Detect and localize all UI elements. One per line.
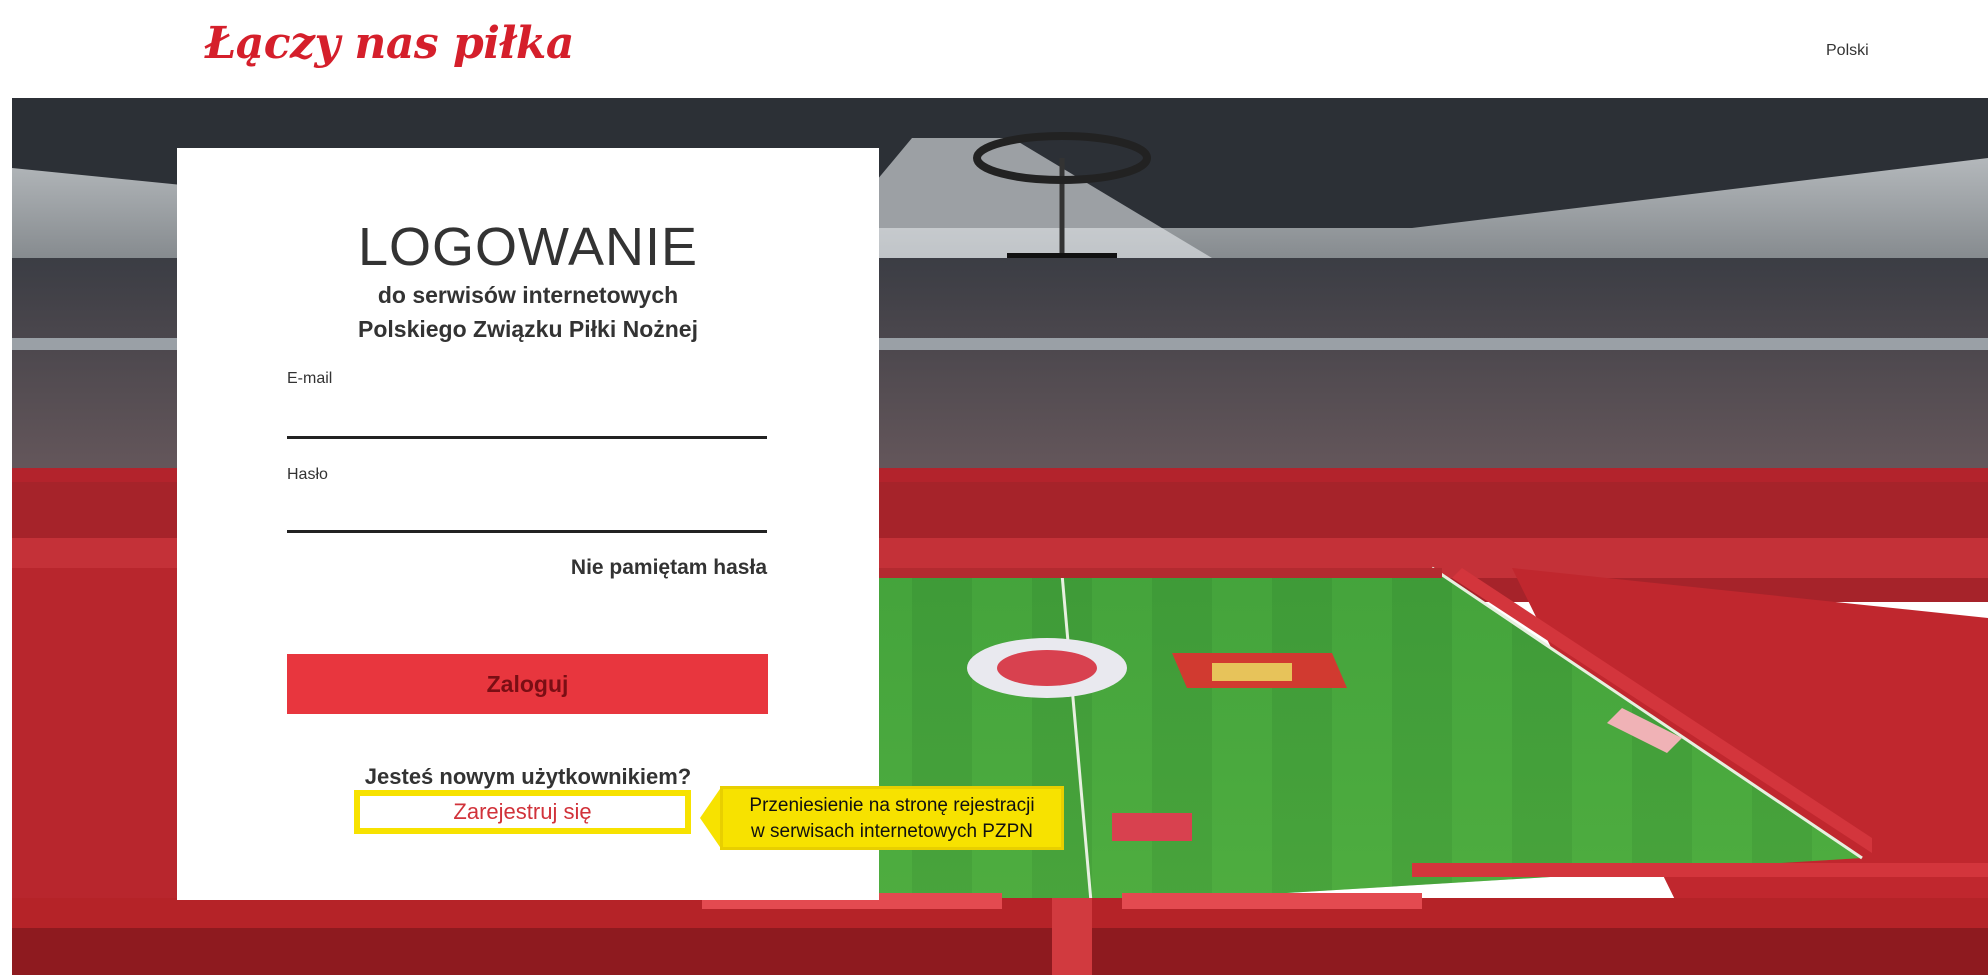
register-link[interactable]: Zarejestruj się <box>354 790 691 834</box>
site-logo[interactable]: Łączy nas piłka <box>205 18 574 69</box>
login-subtitle-line2: Polskiego Związku Piłki Nożnej <box>358 316 698 342</box>
login-page: Łączy nas piłka Polski LOGOWANIE do serw… <box>0 0 1988 975</box>
forgot-password-link[interactable]: Nie pamiętam hasła <box>287 556 767 580</box>
annotation-callout: Przeniesienie na stronę rejestracji w se… <box>720 786 1064 850</box>
login-subtitle-line1: do serwisów internetowych <box>377 282 679 308</box>
password-label: Hasło <box>287 466 328 483</box>
email-label: E-mail <box>287 370 333 387</box>
login-button[interactable]: Zaloguj <box>287 654 768 714</box>
login-title: LOGOWANIE <box>357 217 699 277</box>
annotation-line1: Przeniesienie na stronę rejestracji <box>749 795 1035 816</box>
password-field[interactable] <box>287 496 767 533</box>
site-header: Łączy nas piłka Polski <box>0 0 1988 98</box>
callout-pointer <box>700 786 722 850</box>
email-field[interactable] <box>287 402 767 439</box>
language-selector[interactable]: Polski <box>1826 42 1869 60</box>
login-subtitle: do serwisów internetowych Polskiego Zwią… <box>177 278 879 346</box>
annotation-line2: w serwisach internetowych PZPN <box>751 821 1033 842</box>
